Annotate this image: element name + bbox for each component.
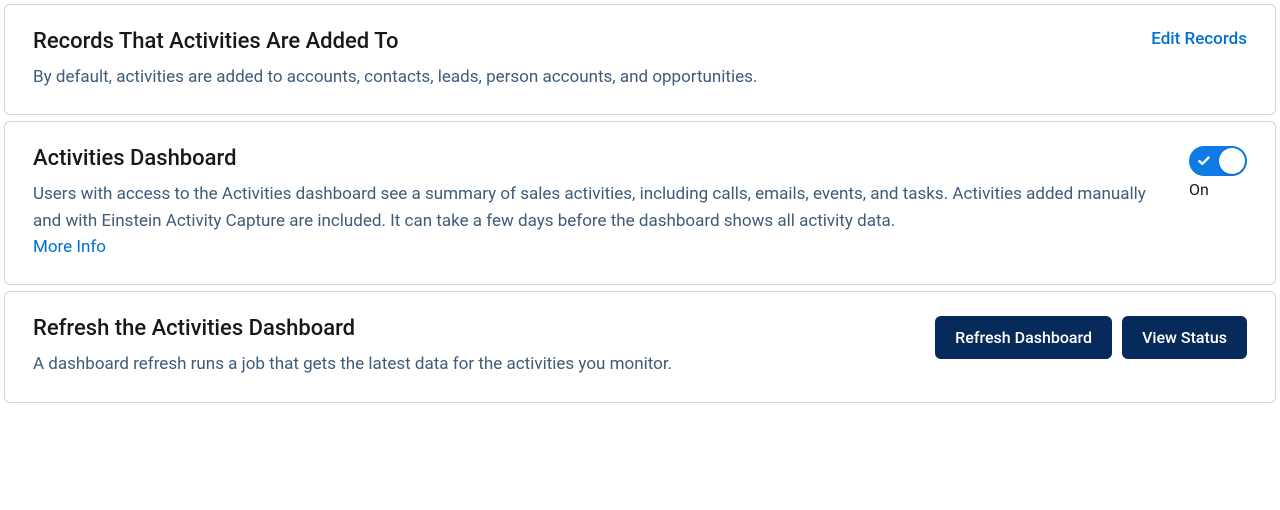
records-card-header: Records That Activities Are Added To By … bbox=[33, 29, 1247, 90]
toggle-knob bbox=[1219, 148, 1245, 174]
records-title: Records That Activities Are Added To bbox=[33, 29, 1151, 54]
refresh-dashboard-button[interactable]: Refresh Dashboard bbox=[935, 316, 1112, 359]
dashboard-toggle-wrap: On bbox=[1189, 146, 1247, 199]
refresh-title: Refresh the Activities Dashboard bbox=[33, 316, 915, 341]
dashboard-card: Activities Dashboard Users with access t… bbox=[4, 121, 1276, 285]
more-info-link[interactable]: More Info bbox=[33, 237, 106, 257]
view-status-button[interactable]: View Status bbox=[1122, 316, 1247, 359]
dashboard-toggle[interactable] bbox=[1189, 146, 1247, 176]
records-card: Records That Activities Are Added To By … bbox=[4, 4, 1276, 115]
check-icon bbox=[1197, 154, 1211, 168]
refresh-button-row: Refresh Dashboard View Status bbox=[935, 316, 1247, 359]
refresh-card: Refresh the Activities Dashboard A dashb… bbox=[4, 291, 1276, 402]
dashboard-description: Users with access to the Activities dash… bbox=[33, 181, 1169, 260]
records-card-main: Records That Activities Are Added To By … bbox=[33, 29, 1151, 90]
dashboard-card-main: Activities Dashboard Users with access t… bbox=[33, 146, 1169, 260]
records-description: By default, activities are added to acco… bbox=[33, 64, 1151, 90]
refresh-description: A dashboard refresh runs a job that gets… bbox=[33, 351, 915, 377]
dashboard-toggle-label: On bbox=[1189, 180, 1209, 199]
dashboard-card-body: Activities Dashboard Users with access t… bbox=[33, 146, 1247, 260]
edit-records-link[interactable]: Edit Records bbox=[1151, 29, 1247, 49]
refresh-card-body: Refresh the Activities Dashboard A dashb… bbox=[33, 316, 1247, 377]
dashboard-title: Activities Dashboard bbox=[33, 146, 1169, 171]
refresh-card-main: Refresh the Activities Dashboard A dashb… bbox=[33, 316, 915, 377]
dashboard-desc-text: Users with access to the Activities dash… bbox=[33, 184, 1146, 230]
